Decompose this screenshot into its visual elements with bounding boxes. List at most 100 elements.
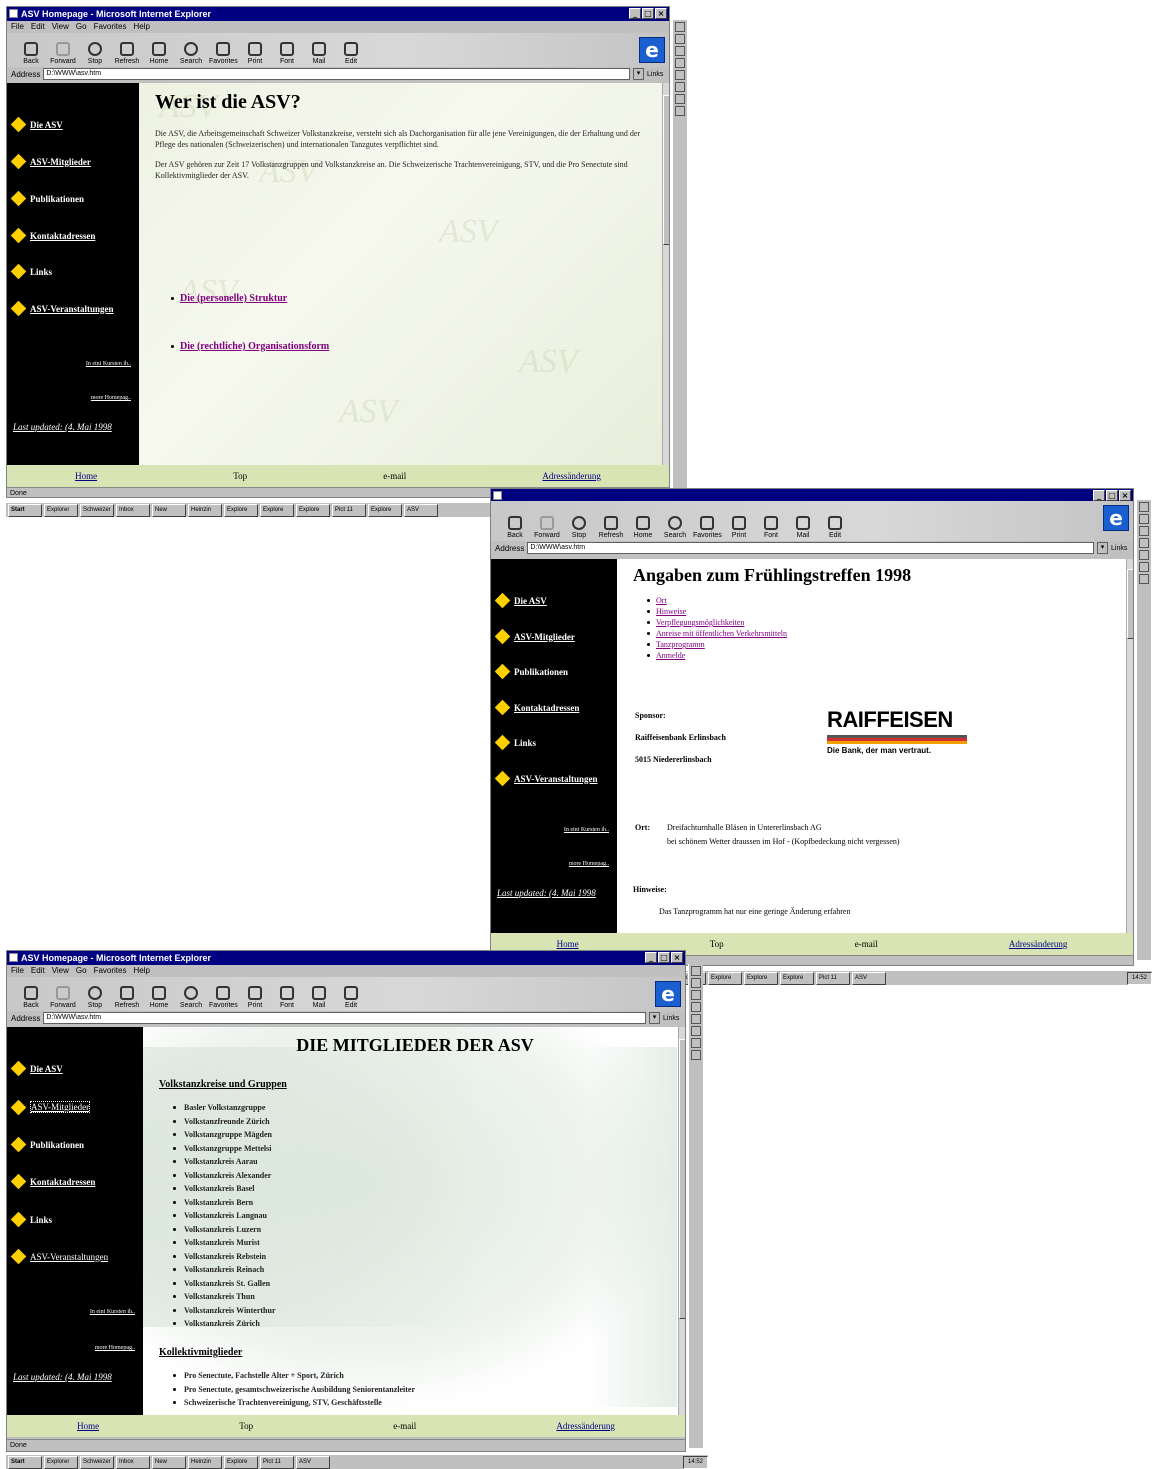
office-icon[interactable]: [675, 58, 685, 68]
home-button[interactable]: Home: [145, 986, 173, 1011]
menu-edit[interactable]: Edit: [31, 965, 45, 977]
favorites-button[interactable]: Favorites: [693, 516, 722, 541]
search-button[interactable]: Search: [661, 516, 689, 541]
home-button[interactable]: Home: [629, 516, 657, 541]
forward-button[interactable]: Forward: [533, 516, 561, 541]
taskbar-item[interactable]: Inbox: [116, 503, 150, 517]
office-icon[interactable]: [1139, 550, 1149, 560]
search-button[interactable]: Search: [177, 986, 205, 1011]
vertical-scrollbar[interactable]: [1126, 559, 1133, 933]
taskbar-item[interactable]: Heinzin: [188, 503, 222, 517]
nav-small-link-1[interactable]: In eini Kursten ih..: [564, 827, 609, 833]
footer-home-link[interactable]: Home: [77, 1421, 99, 1431]
taskbar-item[interactable]: Pict 11: [260, 1455, 294, 1469]
office-icon[interactable]: [675, 82, 685, 92]
nav-small-link-2[interactable]: more Homepag..: [569, 861, 609, 867]
nav-item-publikationen[interactable]: Publikationen: [10, 190, 84, 207]
office-icon[interactable]: [691, 990, 701, 1000]
nav-small-link-1[interactable]: In eini Kursten ih..: [90, 1309, 135, 1315]
taskbar-item[interactable]: ASV: [296, 1455, 330, 1469]
taskbar-item[interactable]: New: [152, 1455, 186, 1469]
footer-top-link[interactable]: Top: [239, 1421, 253, 1431]
footer-top-link[interactable]: Top: [710, 939, 724, 949]
address-input[interactable]: D:\WWW\asv.htm: [43, 1012, 646, 1024]
taskbar-item[interactable]: Pict 11: [332, 503, 366, 517]
scrollbar-thumb[interactable]: [663, 95, 669, 245]
footer-home-link[interactable]: Home: [557, 939, 579, 949]
nav-item-die-asv[interactable]: Die ASV: [10, 116, 63, 133]
taskbar-item[interactable]: Explore: [368, 503, 402, 517]
office-icon[interactable]: [675, 22, 685, 32]
office-icon[interactable]: [675, 94, 685, 104]
nav-small-link-2[interactable]: more Homepag..: [91, 395, 131, 401]
minimize-button[interactable]: _: [645, 952, 657, 963]
start-button[interactable]: Start: [8, 503, 42, 517]
link-struktur[interactable]: Die (personelle) Struktur: [171, 293, 287, 304]
office-icon[interactable]: [1139, 526, 1149, 536]
nav-item-links[interactable]: Links: [10, 263, 52, 280]
title-bar[interactable]: _ □ ×: [491, 489, 1133, 501]
taskbar-item[interactable]: Explore: [708, 971, 742, 985]
office-icon[interactable]: [675, 46, 685, 56]
nav-item-links[interactable]: Links: [494, 734, 536, 751]
taskbar-item[interactable]: Explore: [296, 503, 330, 517]
nav-small-link-2[interactable]: more Homepag..: [95, 1345, 135, 1351]
close-button[interactable]: ×: [655, 8, 667, 19]
footer-address-change-link[interactable]: Adressänderung: [542, 471, 600, 481]
footer-home-link[interactable]: Home: [75, 471, 97, 481]
taskbar-item[interactable]: Inbox: [116, 1455, 150, 1469]
scrollbar-thumb[interactable]: [1127, 569, 1133, 639]
maximize-button[interactable]: □: [1106, 490, 1118, 501]
address-input[interactable]: D:\WWW\asv.htm: [43, 68, 630, 80]
maximize-button[interactable]: □: [658, 952, 670, 963]
font-button[interactable]: Font: [273, 42, 301, 67]
office-icon[interactable]: [675, 106, 685, 116]
taskbar-item[interactable]: Explore: [260, 503, 294, 517]
nav-item-asv-mitglieder[interactable]: ASV-Mitglieder: [494, 628, 575, 645]
taskbar-item[interactable]: Explore: [780, 971, 814, 985]
office-icon[interactable]: [1139, 514, 1149, 524]
vertical-scrollbar[interactable]: [662, 83, 669, 465]
footer-email-link[interactable]: e-mail: [393, 1421, 416, 1431]
print-button[interactable]: Print: [241, 42, 269, 67]
links-button[interactable]: Links: [1111, 545, 1133, 552]
footer-email-link[interactable]: e-mail: [855, 939, 878, 949]
vertical-scrollbar[interactable]: [678, 1027, 685, 1415]
taskbar-item[interactable]: Schweizer: [80, 1455, 114, 1469]
nav-item-asv-veranstaltungen[interactable]: ASV-Veranstaltungen: [10, 1248, 108, 1265]
menu-file[interactable]: File: [11, 965, 24, 977]
mail-button[interactable]: Mail: [305, 42, 333, 67]
nav-item-asv-mitglieder[interactable]: ASV-Mitglieder: [10, 153, 91, 170]
taskbar-item[interactable]: Schweizer: [80, 503, 114, 517]
nav-item-kontaktadressen[interactable]: Kontaktadressen: [10, 1173, 95, 1190]
office-icon[interactable]: [691, 1038, 701, 1048]
menu-favorites[interactable]: Favorites: [94, 21, 127, 33]
stop-button[interactable]: Stop: [565, 516, 593, 541]
home-button[interactable]: Home: [145, 42, 173, 67]
section-link-anreise[interactable]: Anreise mit öffentlichen Verkehrsmitteln: [647, 628, 787, 639]
mail-button[interactable]: Mail: [305, 986, 333, 1011]
section-link-verpflegung[interactable]: Verpflegungsmöglichkeiten: [647, 617, 787, 628]
nav-item-asv-veranstaltungen[interactable]: ASV-Veranstaltungen: [10, 300, 114, 317]
office-icon[interactable]: [675, 34, 685, 44]
edit-button[interactable]: Edit: [821, 516, 849, 541]
address-dropdown-button[interactable]: ▾: [649, 1012, 660, 1024]
taskbar-item[interactable]: Heinzin: [188, 1455, 222, 1469]
taskbar-item[interactable]: ASV: [852, 971, 886, 985]
font-button[interactable]: Font: [757, 516, 785, 541]
maximize-button[interactable]: □: [642, 8, 654, 19]
last-updated[interactable]: Last updated: (4. Mai 1998: [13, 1371, 125, 1383]
nav-item-links[interactable]: Links: [10, 1211, 52, 1228]
office-icon[interactable]: [691, 1002, 701, 1012]
link-organisationsform[interactable]: Die (rechtliche) Organisationsform: [171, 341, 329, 352]
office-icon[interactable]: [691, 978, 701, 988]
close-button[interactable]: ×: [671, 952, 683, 963]
search-button[interactable]: Search: [177, 42, 205, 67]
section-link-tanzprogramm[interactable]: Tanzprogramm: [647, 639, 787, 650]
taskbar-item[interactable]: New: [152, 503, 186, 517]
section-link-anmelde[interactable]: Anmelde: [647, 650, 787, 661]
office-icon[interactable]: [1139, 562, 1149, 572]
office-icon[interactable]: [675, 70, 685, 80]
taskbar-item[interactable]: Explore: [224, 503, 258, 517]
start-button[interactable]: Start: [8, 1455, 42, 1469]
